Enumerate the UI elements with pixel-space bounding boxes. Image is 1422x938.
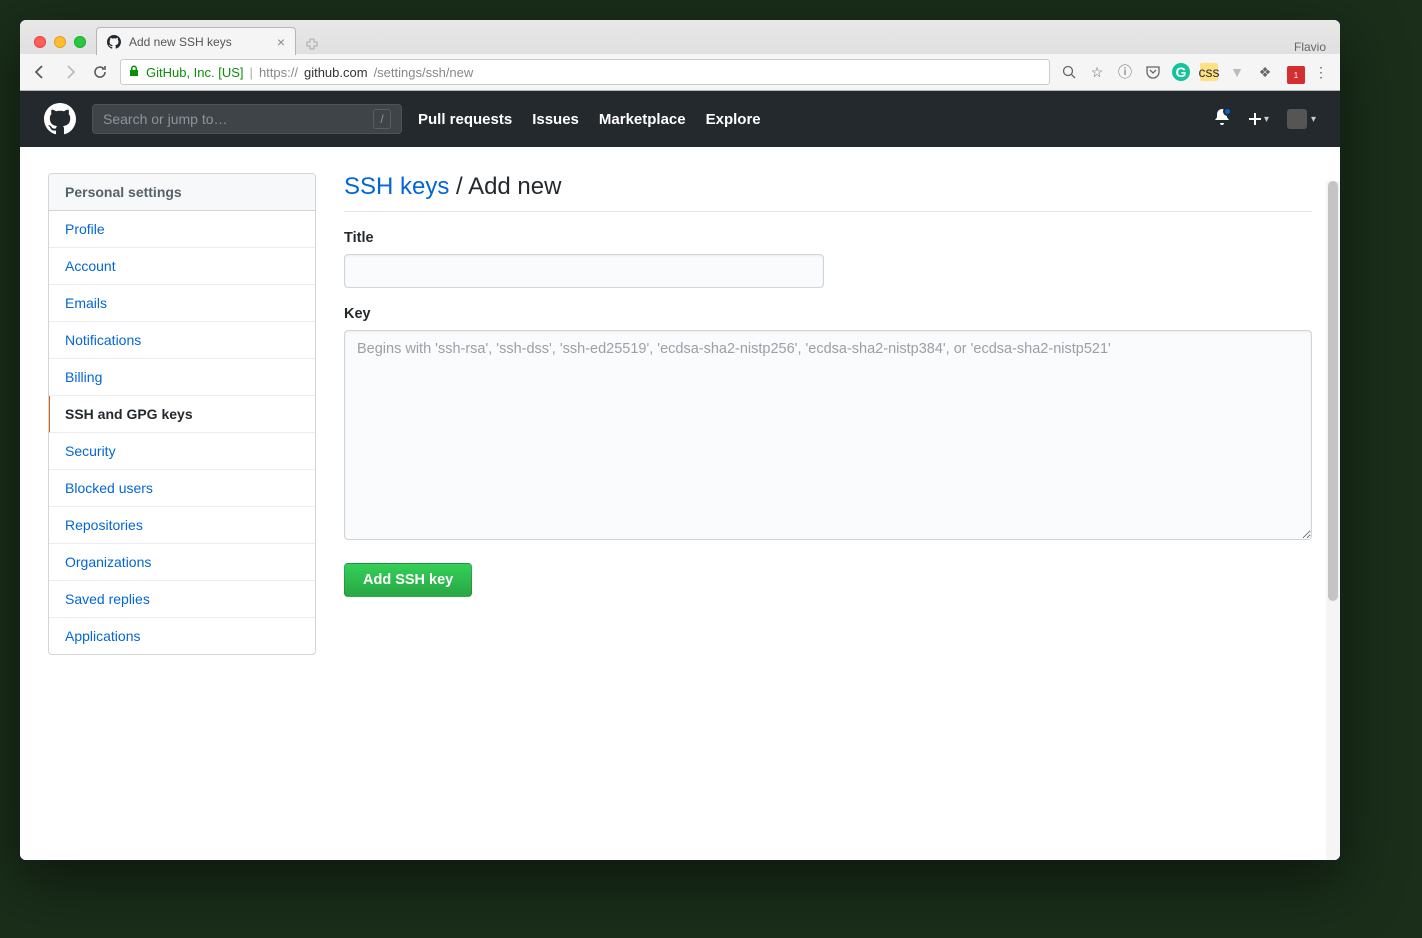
sidebar-item-billing[interactable]: Billing bbox=[49, 359, 315, 396]
sidebar-item-profile[interactable]: Profile bbox=[49, 211, 315, 248]
nav-marketplace[interactable]: Marketplace bbox=[599, 111, 686, 128]
user-menu[interactable]: ▾ bbox=[1287, 109, 1316, 129]
browser-window: Add new SSH keys × Flavio GitHub bbox=[20, 20, 1340, 860]
sidebar-item-notifications[interactable]: Notifications bbox=[49, 322, 315, 359]
header-right: ▾ ▾ bbox=[1214, 109, 1316, 130]
settings-sidebar: Personal settings Profile Account Emails… bbox=[48, 173, 316, 834]
sidebar-item-security[interactable]: Security bbox=[49, 433, 315, 470]
url-separator: | bbox=[250, 65, 253, 80]
chevron-down-icon: ▾ bbox=[1264, 114, 1269, 125]
avatar bbox=[1287, 109, 1307, 129]
sidebar-item-applications[interactable]: Applications bbox=[49, 618, 315, 654]
site-search-input[interactable]: Search or jump to… / bbox=[92, 104, 402, 134]
browser-tab[interactable]: Add new SSH keys × bbox=[96, 27, 296, 55]
address-bar: GitHub, Inc. [US] | https:// github.com/s… bbox=[20, 54, 1340, 90]
css-extension-icon[interactable]: css bbox=[1200, 63, 1218, 81]
extension-icons: ☆ ⓘ G css ▼ ❖ ▦1 ⋮ bbox=[1060, 63, 1330, 81]
sidebar-item-organizations[interactable]: Organizations bbox=[49, 544, 315, 581]
browser-chrome: Add new SSH keys × Flavio GitHub bbox=[20, 20, 1340, 91]
close-window-button[interactable] bbox=[34, 36, 46, 48]
breadcrumb-link[interactable]: SSH keys bbox=[344, 173, 449, 200]
notifications-icon[interactable] bbox=[1214, 109, 1230, 130]
back-button[interactable] bbox=[30, 62, 50, 82]
extension-badge-icon[interactable]: ▦1 bbox=[1284, 63, 1302, 81]
sidebar-item-blocked-users[interactable]: Blocked users bbox=[49, 470, 315, 507]
tab-bar: Add new SSH keys × Flavio bbox=[20, 20, 1340, 54]
url-path: /settings/ssh/new bbox=[374, 65, 474, 80]
scrollbar[interactable] bbox=[1326, 181, 1340, 860]
grammarly-icon[interactable]: G bbox=[1172, 63, 1190, 81]
sidebar-item-account[interactable]: Account bbox=[49, 248, 315, 285]
url-host: github.com bbox=[304, 65, 368, 80]
title-input[interactable] bbox=[344, 254, 824, 288]
main-content: SSH keys / Add new Title Key Add SSH key bbox=[344, 173, 1312, 834]
search-placeholder: Search or jump to… bbox=[103, 111, 228, 127]
github-logo-icon[interactable] bbox=[44, 103, 76, 135]
primary-nav: Pull requests Issues Marketplace Explore bbox=[418, 111, 761, 128]
reload-button[interactable] bbox=[90, 62, 110, 82]
browser-profile-name[interactable]: Flavio bbox=[1294, 32, 1340, 54]
key-textarea[interactable] bbox=[344, 330, 1312, 540]
close-tab-icon[interactable]: × bbox=[277, 35, 285, 49]
star-icon[interactable]: ☆ bbox=[1088, 63, 1106, 81]
title-field-group: Title bbox=[344, 230, 1312, 288]
notification-dot bbox=[1223, 107, 1232, 116]
scrollbar-thumb[interactable] bbox=[1328, 181, 1338, 601]
add-ssh-key-button[interactable]: Add SSH key bbox=[344, 563, 472, 597]
zoom-icon[interactable] bbox=[1060, 63, 1078, 81]
url-input[interactable]: GitHub, Inc. [US] | https:// github.com/s… bbox=[120, 59, 1050, 85]
info-icon[interactable]: ⓘ bbox=[1116, 63, 1134, 81]
new-tab-button[interactable] bbox=[300, 34, 324, 54]
breadcrumb-separator: / bbox=[449, 173, 468, 200]
sidebar-item-repositories[interactable]: Repositories bbox=[49, 507, 315, 544]
menu-heading: Personal settings bbox=[49, 174, 315, 211]
url-scheme: https:// bbox=[259, 65, 298, 80]
key-label: Key bbox=[344, 306, 1312, 322]
maximize-window-button[interactable] bbox=[74, 36, 86, 48]
chevron-down-icon: ▾ bbox=[1311, 114, 1316, 125]
page-content: Personal settings Profile Account Emails… bbox=[20, 147, 1340, 860]
nav-pull-requests[interactable]: Pull requests bbox=[418, 111, 512, 128]
minimize-window-button[interactable] bbox=[54, 36, 66, 48]
sidebar-item-emails[interactable]: Emails bbox=[49, 285, 315, 322]
settings-menu: Personal settings Profile Account Emails… bbox=[48, 173, 316, 655]
ev-cert-label: GitHub, Inc. [US] bbox=[146, 65, 244, 80]
pocket-icon[interactable] bbox=[1144, 63, 1162, 81]
create-new-dropdown[interactable]: ▾ bbox=[1248, 112, 1269, 126]
breadcrumb-current: Add new bbox=[468, 173, 561, 200]
lock-icon bbox=[129, 65, 140, 80]
forward-button[interactable] bbox=[60, 62, 80, 82]
sidebar-item-ssh-gpg-keys[interactable]: SSH and GPG keys bbox=[48, 396, 315, 433]
menu-icon[interactable]: ⋮ bbox=[1312, 63, 1330, 81]
window-controls bbox=[30, 26, 96, 54]
site-header: Search or jump to… / Pull requests Issue… bbox=[20, 91, 1340, 147]
vue-extension-icon[interactable]: ▼ bbox=[1228, 63, 1246, 81]
page-title: SSH keys / Add new bbox=[344, 173, 1312, 212]
tab-title: Add new SSH keys bbox=[129, 35, 232, 49]
github-favicon-icon bbox=[107, 35, 121, 49]
page-viewport: Search or jump to… / Pull requests Issue… bbox=[20, 91, 1340, 860]
nav-issues[interactable]: Issues bbox=[532, 111, 579, 128]
nav-explore[interactable]: Explore bbox=[706, 111, 761, 128]
title-label: Title bbox=[344, 230, 1312, 246]
sidebar-item-saved-replies[interactable]: Saved replies bbox=[49, 581, 315, 618]
key-field-group: Key bbox=[344, 306, 1312, 545]
slash-key-icon: / bbox=[373, 109, 391, 129]
extension-icon[interactable]: ❖ bbox=[1256, 63, 1274, 81]
